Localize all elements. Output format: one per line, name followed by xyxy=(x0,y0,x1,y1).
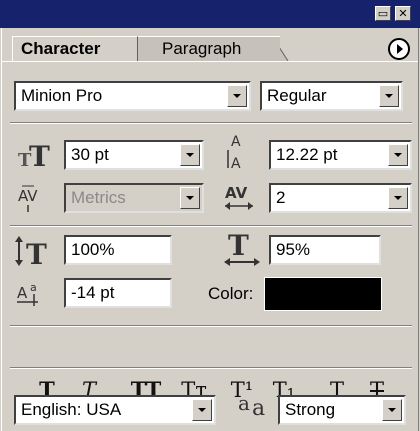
vertical-scale-field[interactable]: 100% xyxy=(64,235,172,265)
baseline-shift-field[interactable]: -14 pt xyxy=(64,278,172,308)
kerning-value: Metrics xyxy=(71,188,126,207)
baseline-shift-value: -14 pt xyxy=(71,283,115,302)
leading-value: 12.22 pt xyxy=(276,145,338,164)
language-dropdown-button[interactable] xyxy=(192,399,212,421)
minimize-button[interactable]: ▭ xyxy=(375,6,391,21)
svg-text:a: a xyxy=(252,396,265,420)
tab-paragraph[interactable]: Paragraph xyxy=(132,36,280,61)
leading-icon: A A xyxy=(224,130,254,172)
svg-text:T: T xyxy=(29,140,50,170)
leading-dropdown-button[interactable] xyxy=(388,144,408,166)
font-family-select[interactable]: Minion Pro xyxy=(14,81,251,111)
leading-field[interactable]: 12.22 pt xyxy=(269,140,412,170)
tracking-icon: AV xyxy=(222,180,258,214)
antialias-value: Strong xyxy=(285,400,336,419)
baseline-shift-icon: A a xyxy=(16,278,50,308)
font-style-dropdown-button[interactable] xyxy=(379,85,399,107)
language-select[interactable]: English: USA xyxy=(14,395,216,425)
font-family-value: Minion Pro xyxy=(21,86,103,105)
color-swatch[interactable] xyxy=(264,277,382,311)
svg-text:a: a xyxy=(238,391,250,415)
vertical-scale-value: 100% xyxy=(71,240,115,259)
tracking-value: 2 xyxy=(276,188,286,207)
font-size-value: 30 pt xyxy=(71,145,109,164)
panel-menu-button[interactable] xyxy=(388,38,410,60)
horizontal-scale-field[interactable]: 95% xyxy=(269,235,381,265)
tab-character[interactable]: Character xyxy=(12,36,138,61)
svg-text:AV: AV xyxy=(18,187,38,205)
antialias-dropdown-button[interactable] xyxy=(382,399,402,421)
character-panel: Paragraph Character Minion Pro Regular T… xyxy=(1,28,419,431)
close-button[interactable]: ✕ xyxy=(395,6,411,21)
separator xyxy=(10,367,412,369)
kerning-dropdown-button[interactable] xyxy=(180,187,200,209)
color-label: Color: xyxy=(208,284,254,303)
separator xyxy=(10,122,412,124)
separator xyxy=(10,325,412,327)
palette-titlebar[interactable]: ▭ ✕ xyxy=(0,0,420,28)
tracking-field[interactable]: 2 xyxy=(269,183,412,213)
svg-text:T: T xyxy=(26,238,47,268)
horizontal-scale-value: 95% xyxy=(276,240,311,259)
kerning-icon: AV xyxy=(16,181,50,213)
separator xyxy=(10,225,412,227)
vertical-scale-icon: T xyxy=(14,234,54,271)
font-size-icon: T T xyxy=(16,138,52,173)
tracking-dropdown-button[interactable] xyxy=(388,187,408,209)
language-value: English: USA xyxy=(21,400,122,419)
antialias-icon: a a xyxy=(236,390,276,421)
font-style-select[interactable]: Regular xyxy=(260,81,403,111)
font-size-dropdown-button[interactable] xyxy=(180,144,200,166)
font-size-field[interactable]: 30 pt xyxy=(64,140,204,170)
svg-text:A: A xyxy=(231,156,241,172)
tab-underline xyxy=(2,61,418,62)
font-style-value: Regular xyxy=(267,86,327,105)
svg-text:A: A xyxy=(231,134,241,150)
kerning-field[interactable]: Metrics xyxy=(64,183,204,213)
antialias-select[interactable]: Strong xyxy=(278,395,406,425)
svg-text:AV: AV xyxy=(225,184,248,202)
font-family-dropdown-button[interactable] xyxy=(227,85,247,107)
svg-text:A: A xyxy=(17,284,28,302)
horizontal-scale-icon: T xyxy=(224,229,264,267)
svg-text:T: T xyxy=(228,231,249,262)
svg-text:a: a xyxy=(30,281,37,294)
